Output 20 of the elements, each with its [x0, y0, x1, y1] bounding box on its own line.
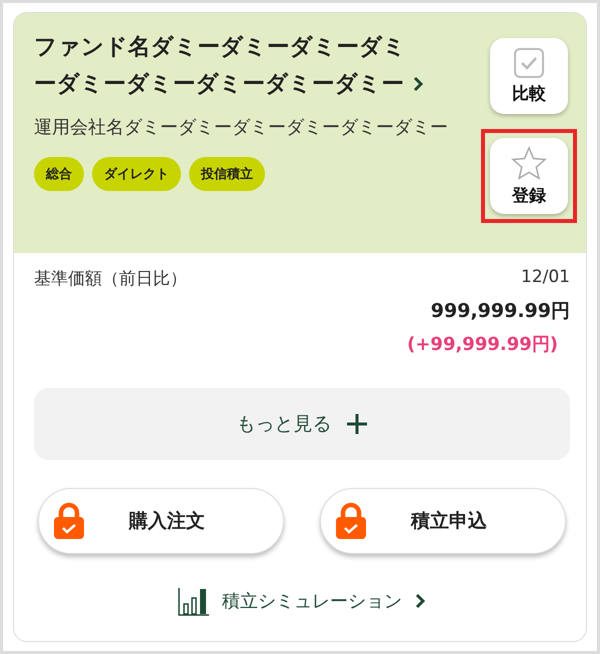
bar-chart-icon [178, 586, 210, 616]
tag: ダイレクト [92, 157, 181, 191]
chevron-right-icon [414, 593, 426, 609]
compare-button[interactable]: 比較 [490, 38, 568, 114]
price-value: 999,999.99円 [430, 300, 570, 322]
favorite-button[interactable]: 登録 [490, 138, 568, 214]
tag: 投信積立 [189, 157, 265, 191]
fund-name-link[interactable]: ファンド名ダミーダミーダミーダミーダミーダミーダミーダミーダミー [34, 29, 424, 103]
price-change: (+99,999.99円) [407, 334, 558, 355]
company-name: 運用会社名ダミーダミーダミーダミーダミーダミー [34, 116, 449, 140]
order-button[interactable]: 積立申込 [320, 488, 566, 554]
simulation-link[interactable]: 積立シミュレーション [34, 586, 570, 616]
chevron-right-icon [412, 76, 424, 92]
star-icon [511, 146, 547, 180]
order-button[interactable]: 購入注文 [38, 488, 284, 554]
price-label: 基準価額（前日比） [34, 268, 187, 290]
price-date: 12/01 [521, 267, 570, 289]
plus-icon [346, 413, 368, 435]
tag: 総合 [34, 157, 84, 191]
more-button[interactable]: もっと見る [34, 388, 570, 460]
